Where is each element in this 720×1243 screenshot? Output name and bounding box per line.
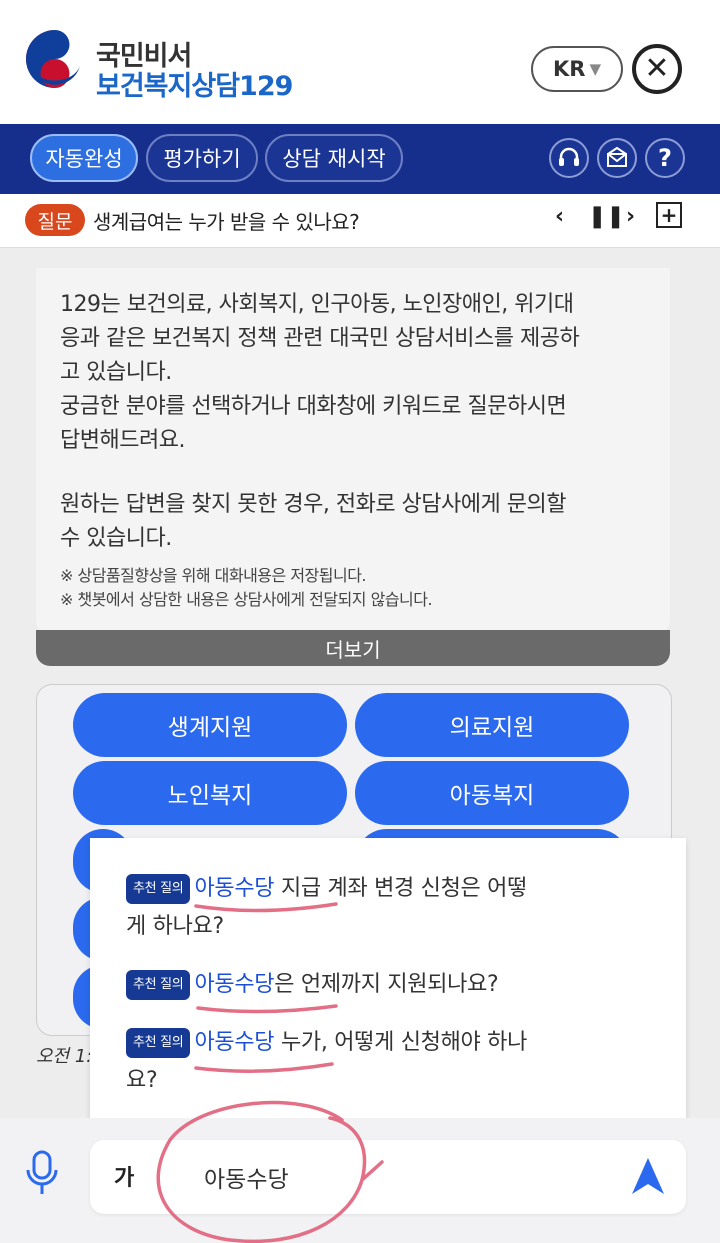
message-line: 129는 보건의료, 사회복지, 인구아동, 노인장애인, 위기대 — [60, 292, 574, 317]
message-line: 수 있습니다. — [60, 526, 172, 551]
suggestion-tag: 추천 질의 — [126, 970, 191, 1000]
suggestion-item[interactable]: 추천 질의 아동수당 지급 계좌 변경 신청은 어떻게 하나요? — [126, 870, 646, 946]
category-button-medical-support[interactable]: 의료지원 — [355, 693, 629, 757]
message-input[interactable]: 아동수당 — [204, 1160, 289, 1194]
chat-message-body: 129는 보건의료, 사회복지, 인구아동, 노인장애인, 위기대 응과 같은 … — [60, 288, 650, 612]
microphone-icon[interactable] — [22, 1148, 62, 1198]
notice-line: ※ 상담품질향상을 위해 대화내용은 저장됩니다. — [60, 566, 367, 585]
chevron-down-icon: ▼ — [589, 60, 601, 78]
restart-button[interactable]: 상담 재시작 — [265, 134, 403, 182]
previous-icon[interactable]: ‹ — [555, 204, 564, 229]
send-icon[interactable] — [630, 1156, 666, 1196]
message-line: 고 있습니다. — [60, 360, 172, 385]
headset-icon[interactable] — [549, 138, 589, 178]
suggestion-keyword: 아동수당 — [194, 972, 275, 997]
expand-icon[interactable]: + — [656, 202, 682, 228]
suggestion-item[interactable]: 추천 질의 아동수당 누가, 어떻게 신청해야 하나요? — [126, 1024, 646, 1100]
message-input-box[interactable]: 가 아동수당 — [90, 1140, 686, 1214]
category-button-elderly-welfare[interactable]: 노인복지 — [73, 761, 347, 825]
font-size-toggle[interactable]: 가 — [114, 1160, 134, 1192]
rate-button[interactable]: 평가하기 — [146, 134, 258, 182]
language-label: KR — [553, 57, 586, 81]
service-name: 보건복지상담129 — [96, 71, 293, 102]
input-bar: 가 아동수당 — [0, 1118, 720, 1243]
suggestion-tag: 추천 질의 — [126, 874, 191, 904]
autocomplete-button[interactable]: 자동완성 — [30, 134, 138, 182]
suggestion-text: 지급 계좌 변경 신청은 어떻 — [274, 876, 528, 901]
suggestion-text: 은 언제까지 지원되나요? — [274, 972, 499, 997]
suggestion-popup: 추천 질의 아동수당 지급 계좌 변경 신청은 어떻 게 하나요? 추천 질의 아동수… — [90, 838, 686, 1138]
suggestion-keyword: 아동수당 — [194, 876, 275, 901]
message-timestamp: 오전 1: — [36, 1046, 93, 1067]
government-logo-icon — [26, 30, 84, 88]
question-text: 생계급여는 누가 받을 수 있나요? — [93, 210, 360, 234]
message-line: 원하는 답변을 찾지 못한 경우, 전화로 상담사에게 문의할 — [60, 492, 566, 517]
question-tag: 질문 — [25, 204, 85, 236]
notice-line: ※ 챗봇에서 상담한 내용은 상담사에게 전달되지 않습니다. — [60, 590, 433, 609]
category-button-child-welfare[interactable]: 아동복지 — [355, 761, 629, 825]
current-question-bar: 질문 생계급여는 누가 받을 수 있나요? ‹ ❚❚ › + — [0, 194, 720, 248]
close-icon: ✕ — [644, 51, 670, 86]
suggestion-text: 요? — [126, 1068, 158, 1093]
more-button[interactable]: 더보기 — [36, 630, 670, 666]
suggestion-text: 게 하나요? — [126, 914, 224, 939]
help-icon[interactable]: ? — [645, 138, 685, 178]
suggestion-text: 누가, 어떻게 신청해야 하나 — [274, 1030, 528, 1055]
suggestion-item[interactable]: 추천 질의 아동수당은 언제까지 지원되나요? — [126, 966, 646, 1004]
suggestion-keyword: 아동수당 — [194, 1030, 275, 1055]
message-line: 응과 같은 보건복지 정책 관련 대국민 상담서비스를 제공하 — [60, 326, 580, 351]
pause-icon[interactable]: ❚❚ — [588, 204, 625, 229]
app-header: 국민비서 보건복지상담129 KR ▼ ✕ — [0, 0, 720, 124]
message-line: 궁금한 분야를 선택하거나 대화창에 키워드로 질문하시면 — [60, 394, 567, 419]
message-line: 답변해드려요. — [60, 428, 185, 453]
category-button-living-support[interactable]: 생계지원 — [73, 693, 347, 757]
chat-message-card: 129는 보건의료, 사회복지, 인구아동, 노인장애인, 위기대 응과 같은 … — [36, 268, 670, 634]
mail-icon[interactable] — [597, 138, 637, 178]
toolbar: 자동완성 평가하기 상담 재시작 ? — [0, 124, 720, 194]
suggestion-tag: 추천 질의 — [126, 1028, 191, 1058]
next-icon[interactable]: › — [626, 204, 635, 229]
close-button[interactable]: ✕ — [632, 44, 682, 94]
language-selector[interactable]: KR ▼ — [531, 46, 623, 92]
